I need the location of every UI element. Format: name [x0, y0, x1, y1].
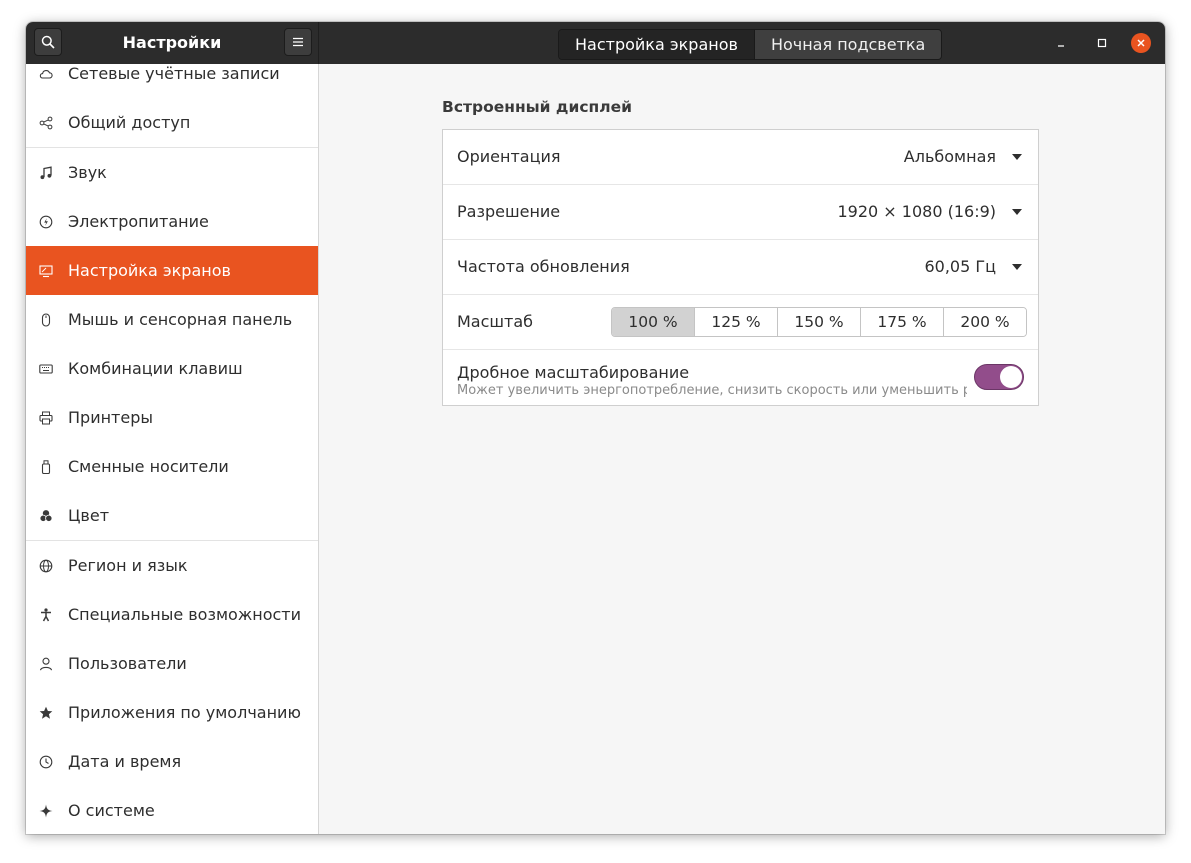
cloud-icon	[39, 67, 53, 81]
sidebar-item-sharing[interactable]: Общий доступ	[26, 98, 318, 147]
sidebar-item-users[interactable]: Пользователи	[26, 639, 318, 688]
scale-label: Масштаб	[457, 312, 534, 331]
hamburger-icon	[293, 37, 303, 47]
sidebar-item-label: Мышь и сенсорная панель	[68, 310, 293, 329]
sidebar-item-sound[interactable]: Звук	[26, 148, 318, 197]
sidebar-item-label: Настройка экранов	[68, 261, 231, 280]
usb-drive-icon	[39, 459, 53, 474]
user-icon	[39, 657, 53, 671]
sidebar-item-keyboard[interactable]: Комбинации клавиш	[26, 344, 318, 393]
sidebar-item-default-apps[interactable]: Приложения по умолчанию	[26, 688, 318, 737]
minimize-button[interactable]	[1051, 33, 1071, 53]
tab-displays[interactable]: Настройка экранов	[559, 30, 754, 59]
close-button[interactable]	[1131, 33, 1151, 53]
dropdown-arrow-icon	[1012, 209, 1022, 215]
sidebar-item-label: Комбинации клавиш	[68, 359, 243, 378]
section-title: Встроенный дисплей	[442, 98, 632, 116]
display-icon	[39, 264, 53, 278]
scale-option-200[interactable]: 200 %	[943, 308, 1026, 336]
resolution-label: Разрешение	[457, 202, 561, 221]
scale-row: Масштаб 100 % 125 % 150 % 175 % 200 %	[443, 295, 1038, 350]
globe-icon	[39, 559, 53, 573]
sidebar-item-date-time[interactable]: Дата и время	[26, 737, 318, 786]
sidebar-item-label: Принтеры	[68, 408, 153, 427]
main-content: Встроенный дисплей Ориентация Альбомная …	[319, 64, 1165, 834]
clock-icon	[39, 755, 53, 769]
close-icon	[1137, 39, 1145, 47]
maximize-icon	[1097, 38, 1107, 48]
sidebar-item-accessibility[interactable]: Специальные возможности	[26, 590, 318, 639]
sidebar-item-label: Регион и язык	[68, 556, 188, 575]
sidebar-item-label: О системе	[68, 801, 155, 820]
switch-knob	[1000, 366, 1022, 388]
sidebar-item-label: Электропитание	[68, 212, 209, 231]
orientation-label: Ориентация	[457, 147, 561, 166]
sidebar-item-about[interactable]: О системе	[26, 786, 318, 834]
sidebar-item-region[interactable]: Регион и язык	[26, 541, 318, 590]
app-title: Настройки	[122, 33, 222, 52]
scale-selector: 100 % 125 % 150 % 175 % 200 %	[611, 307, 1027, 337]
refresh-rate-label: Частота обновления	[457, 257, 630, 276]
sidebar-item-label: Дата и время	[68, 752, 182, 771]
sidebar-item-label: Цвет	[68, 506, 110, 525]
sidebar-item-label: Сетевые учётные записи	[68, 64, 280, 83]
sidebar-item-mouse[interactable]: Мышь и сенсорная панель	[26, 295, 318, 344]
sidebar-item-power[interactable]: Электропитание	[26, 197, 318, 246]
minimize-icon	[1058, 45, 1064, 47]
tab-night-light[interactable]: Ночная подсветка	[753, 30, 942, 59]
star-icon	[39, 706, 53, 720]
power-icon	[39, 215, 53, 229]
fractional-scaling-description: Может увеличить энергопотребление, снизи…	[457, 383, 967, 398]
refresh-rate-row[interactable]: Частота обновления 60,05 Гц	[443, 240, 1038, 295]
sidebar-item-removable-media[interactable]: Сменные носители	[26, 442, 318, 491]
sidebar-item-label: Сменные носители	[68, 457, 229, 476]
share-icon	[39, 116, 53, 130]
scale-option-150[interactable]: 150 %	[777, 308, 860, 336]
maximize-button[interactable]	[1092, 33, 1112, 53]
orientation-value: Альбомная	[903, 147, 996, 166]
fractional-scaling-label: Дробное масштабирование	[457, 363, 690, 382]
menu-button[interactable]	[284, 28, 312, 56]
fractional-scaling-switch[interactable]	[974, 364, 1024, 390]
scale-option-100[interactable]: 100 %	[612, 308, 694, 336]
music-note-icon	[39, 165, 53, 180]
header-left: Настройки	[26, 22, 319, 64]
color-icon	[39, 509, 53, 523]
display-settings-list: Ориентация Альбомная Разрешение 1920 × 1…	[442, 129, 1039, 406]
fractional-scaling-row: Дробное масштабирование Может увеличить …	[443, 350, 1038, 406]
sidebar-item-printers[interactable]: Принтеры	[26, 393, 318, 442]
accessibility-icon	[39, 607, 53, 622]
sidebar-item-online-accounts[interactable]: Сетевые учётные записи	[26, 64, 318, 98]
resolution-row[interactable]: Разрешение 1920 × 1080 (16:9)	[443, 185, 1038, 240]
dropdown-arrow-icon	[1012, 264, 1022, 270]
dropdown-arrow-icon	[1012, 154, 1022, 160]
sidebar-item-displays[interactable]: Настройка экранов	[26, 246, 318, 295]
printer-icon	[39, 411, 53, 425]
keyboard-icon	[39, 362, 53, 376]
resolution-value: 1920 × 1080 (16:9)	[837, 202, 996, 221]
sidebar: Сетевые учётные записи Общий доступ Звук…	[26, 64, 319, 834]
sidebar-item-label: Звук	[68, 163, 107, 182]
view-switcher: Настройка экранов Ночная подсветка	[558, 29, 943, 60]
header-bar: Настройки Настройка экранов Ночная подсв…	[26, 22, 1165, 64]
mouse-icon	[39, 312, 53, 327]
sidebar-item-label: Общий доступ	[68, 113, 191, 132]
sidebar-item-label: Приложения по умолчанию	[68, 703, 301, 722]
scale-option-125[interactable]: 125 %	[694, 308, 777, 336]
refresh-rate-value: 60,05 Гц	[924, 257, 996, 276]
orientation-row[interactable]: Ориентация Альбомная	[443, 130, 1038, 185]
sidebar-item-color[interactable]: Цвет	[26, 491, 318, 540]
settings-window: Настройки Настройка экранов Ночная подсв…	[26, 22, 1165, 834]
scale-option-175[interactable]: 175 %	[860, 308, 943, 336]
sidebar-item-label: Специальные возможности	[68, 605, 302, 624]
sidebar-item-label: Пользователи	[68, 654, 187, 673]
sparkle-icon	[39, 804, 53, 818]
